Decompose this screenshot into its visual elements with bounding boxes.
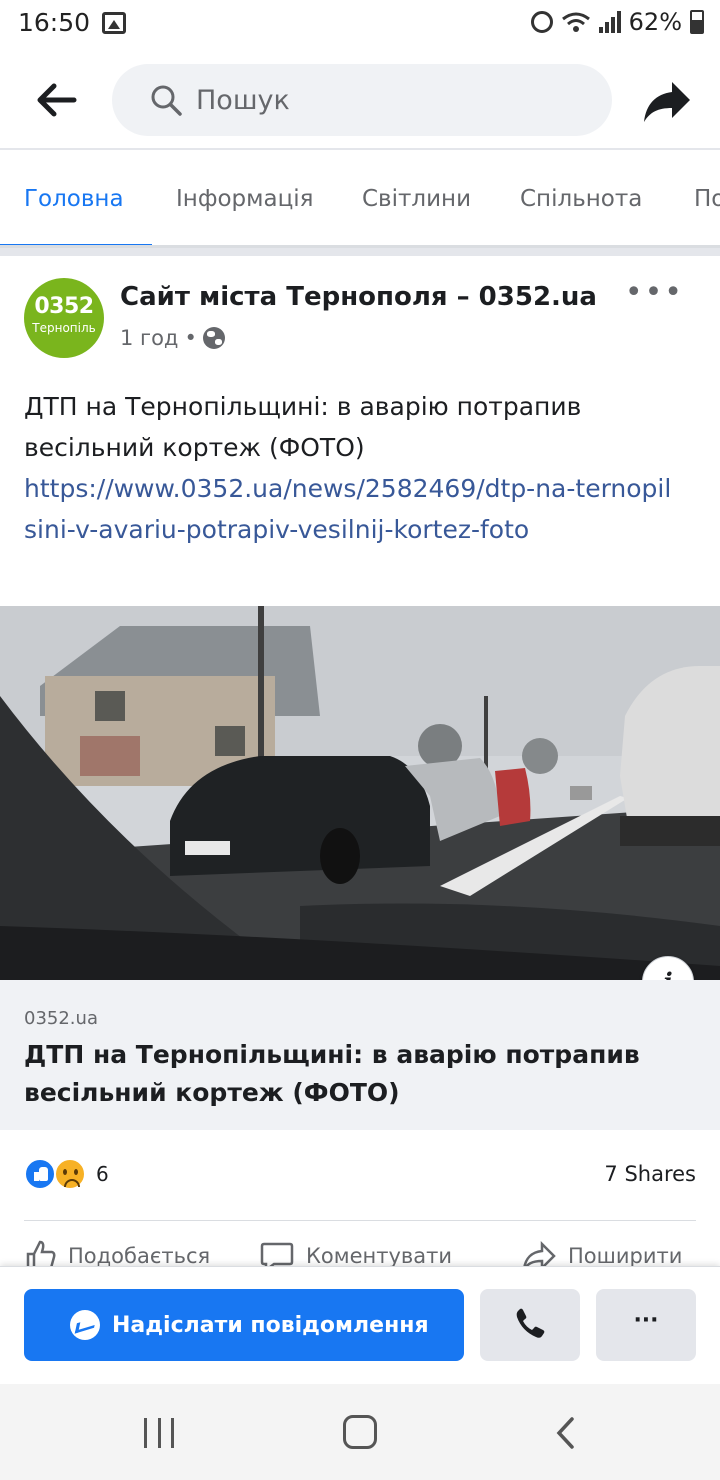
- post-meta: 1 год •: [120, 326, 225, 350]
- home-icon[interactable]: [343, 1415, 377, 1449]
- meta-separator: •: [184, 326, 197, 350]
- comment-label: Коментувати: [306, 1244, 453, 1268]
- avatar-logo-subtext: Тернопіль: [32, 321, 96, 335]
- post-body: ДТП на Тернопільщині: в аварію потрапив …: [24, 386, 684, 550]
- like-button[interactable]: Подобається: [24, 1240, 210, 1268]
- send-message-button[interactable]: Надіслати повідомлення: [24, 1289, 464, 1361]
- back-arrow-icon[interactable]: [34, 80, 78, 120]
- post-photo[interactable]: [0, 606, 720, 980]
- messenger-icon: [70, 1310, 100, 1340]
- tab-community[interactable]: Спільнота: [520, 186, 642, 212]
- post-text: ДТП на Тернопільщині: в аварію потрапив …: [24, 392, 582, 462]
- send-message-label: Надіслати повідомлення: [112, 1312, 429, 1338]
- share-icon: [523, 1240, 556, 1268]
- battery-icon: [690, 10, 704, 34]
- search-icon: [151, 85, 182, 116]
- signal-icon: [598, 11, 621, 33]
- page-tabs: Головна Інформація Світлини Спільнота По: [0, 152, 720, 248]
- link-preview[interactable]: 0352.ua ДТП на Тернопільщині: в аварію п…: [0, 980, 720, 1130]
- like-label: Подобається: [68, 1244, 211, 1268]
- tab-more-partial[interactable]: По: [694, 186, 720, 212]
- alarm-icon: [530, 11, 553, 33]
- status-indicators: 62%: [530, 8, 704, 36]
- tab-photos[interactable]: Світлини: [362, 186, 471, 212]
- avatar-logo-text: 0352: [34, 294, 94, 319]
- page-name[interactable]: Сайт міста Тернополя – 0352.ua: [120, 282, 597, 312]
- wifi-icon: [561, 12, 590, 32]
- sad-reaction-icon[interactable]: [54, 1158, 86, 1190]
- call-button[interactable]: [480, 1289, 580, 1361]
- tab-info[interactable]: Інформація: [176, 186, 313, 212]
- search-placeholder: Пошук: [196, 84, 290, 116]
- post-card: 0352 Тернопіль Сайт міста Тернополя – 03…: [0, 256, 720, 1268]
- android-nav-bar: [0, 1384, 720, 1480]
- like-reaction-icon[interactable]: [24, 1158, 56, 1190]
- post-actions: Подобається Коментувати Поширити: [0, 1228, 720, 1268]
- comment-icon: [260, 1242, 294, 1268]
- link-domain: 0352.ua: [24, 1008, 98, 1029]
- share-arrow-icon[interactable]: [642, 78, 692, 124]
- link-title: ДТП на Тернопільщині: в аварію потрапив …: [24, 1040, 640, 1107]
- post-time[interactable]: 1 год: [120, 326, 178, 350]
- nav-back-icon[interactable]: [552, 1416, 582, 1450]
- battery-percent: 62%: [628, 8, 682, 36]
- shares-count[interactable]: 7 Shares: [604, 1162, 696, 1186]
- more-options-icon[interactable]: •••: [625, 278, 684, 308]
- status-bar: 16:50 62%: [0, 0, 720, 50]
- tab-home[interactable]: Головна: [24, 186, 124, 212]
- more-actions-button[interactable]: ···: [596, 1289, 696, 1361]
- globe-icon: [202, 327, 225, 349]
- like-icon: [26, 1240, 56, 1268]
- phone-icon: [516, 1308, 545, 1338]
- share-button[interactable]: Поширити: [522, 1240, 682, 1268]
- share-label: Поширити: [568, 1244, 683, 1268]
- divider: [24, 1220, 696, 1221]
- gallery-notification-icon: [102, 12, 126, 34]
- post-link[interactable]: https://www.0352.ua/news/2582469/dtp-na-…: [24, 468, 684, 550]
- search-input[interactable]: Пошук: [112, 64, 612, 136]
- crash-photo-illustration: [0, 606, 720, 980]
- reactions-count[interactable]: 6: [96, 1162, 109, 1186]
- bottom-action-bar: Надіслати повідомлення ···: [0, 1266, 720, 1384]
- top-bar: Пошук: [0, 50, 720, 150]
- reactions-row: 6 7 Shares: [0, 1130, 720, 1220]
- page-avatar[interactable]: 0352 Тернопіль: [24, 278, 104, 358]
- section-separator: [0, 248, 720, 256]
- comment-button[interactable]: Коментувати: [260, 1240, 452, 1268]
- status-time: 16:50: [18, 8, 91, 37]
- recent-apps-icon[interactable]: [144, 1418, 174, 1448]
